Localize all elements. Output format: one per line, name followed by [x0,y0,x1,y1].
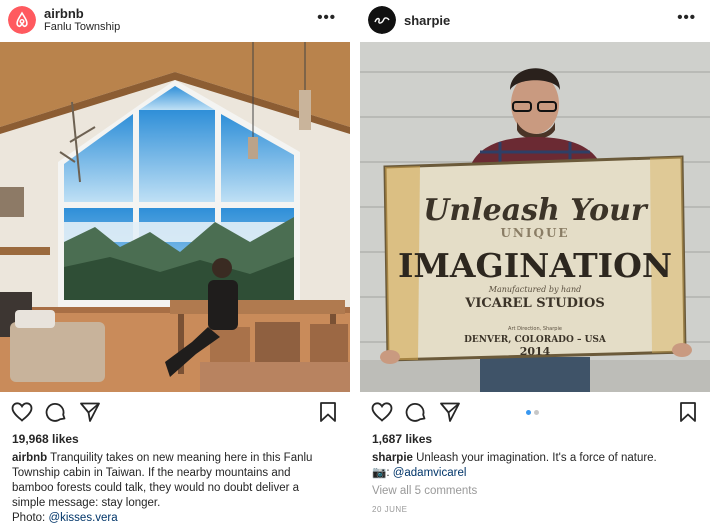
post-image[interactable]: Unleash Your UNIQUE IMAGINATION Manufact… [360,42,710,392]
caption-line: Township cabin in Taiwan. If the nearby … [12,467,291,479]
caption-username[interactable]: airbnb [12,452,47,464]
caption-username[interactable]: sharpie [372,452,413,464]
comment-button[interactable] [44,400,68,424]
post-actions [360,396,710,428]
location[interactable]: Fanlu Township [44,21,120,33]
credit-prefix: Photo: [12,512,49,524]
heart-icon [371,402,393,422]
cabin-interior-photo [0,42,350,392]
sign-line-7: DENVER, COLORADO – USA [464,335,607,345]
sign-line-3: IMAGINATION [398,246,672,285]
save-button[interactable] [316,400,340,424]
paper-plane-icon [80,402,100,422]
caption-line: sharpie Unleash your imagination. It's a… [372,451,702,466]
username[interactable]: sharpie [404,13,450,28]
credit-mention-link[interactable]: @adamvicarel [393,467,467,479]
sign-line-5: VICAREL STUDIOS [464,296,604,311]
caption-line: bamboo forests could talk, they would no… [12,482,300,494]
share-button[interactable] [78,400,102,424]
caption: sharpie Unleash your imagination. It's a… [372,451,702,481]
carousel-indicator [526,410,546,416]
photo-credit: 📷: @adamvicarel [372,466,702,481]
credit-prefix: 📷: [372,467,393,479]
likes-count[interactable]: 1,687 likes [372,432,432,446]
share-button[interactable] [438,400,462,424]
comment-button[interactable] [404,400,428,424]
post-header: sharpie ••• [360,0,710,40]
post-actions [0,396,350,428]
carousel-dot-active[interactable] [526,410,531,415]
caption-line: airbnb Tranquility takes on new meaning … [12,451,342,466]
bookmark-icon [680,402,696,422]
post-image[interactable] [0,42,350,392]
comment-icon [45,403,66,422]
comment-icon [405,403,426,422]
post-sharpie: sharpie ••• Unleash Your UNIQUE IMAGINAT… [360,0,710,527]
more-options-button[interactable]: ••• [317,9,336,26]
caption: airbnb Tranquility takes on new meaning … [12,451,342,526]
more-options-button[interactable]: ••• [677,9,696,26]
credit-mention-link[interactable]: @kisses.vera [48,512,117,524]
likes-count[interactable]: 19,968 likes [12,432,79,446]
sign-photo: Unleash Your UNIQUE IMAGINATION Manufact… [360,42,710,392]
sign-line-2: UNIQUE [500,226,569,240]
avatar[interactable] [8,6,36,34]
post-date: 20 JUNE [372,505,408,514]
username[interactable]: airbnb [44,6,84,21]
paper-plane-icon [440,402,460,422]
like-button[interactable] [370,400,394,424]
caption-line: simple message: stay longer. [12,497,161,509]
sign-line-6: Art Direction, Sharpie [508,326,562,332]
like-button[interactable] [10,400,34,424]
sign-line-4: Manufactured by hand [488,285,581,294]
carousel-dot[interactable] [534,410,539,415]
save-button[interactable] [676,400,700,424]
post-airbnb: airbnb Fanlu Township ••• 19,968 likes a… [0,0,350,527]
sign-line-1: Unleash Your [423,193,649,228]
airbnb-logo-icon [8,6,36,34]
view-comments-link[interactable]: View all 5 comments [372,485,477,497]
photo-credit: Photo: @kisses.vera [12,511,342,526]
post-header: airbnb Fanlu Township ••• [0,0,350,40]
heart-icon [11,402,33,422]
bookmark-icon [320,402,336,422]
sharpie-logo-icon [368,6,396,34]
avatar[interactable] [368,6,396,34]
caption-text: Unleash your imagination. It's a force o… [416,452,657,464]
sign-line-8: 2014 [520,345,551,358]
caption-text: Tranquility takes on new meaning here in… [50,452,313,464]
